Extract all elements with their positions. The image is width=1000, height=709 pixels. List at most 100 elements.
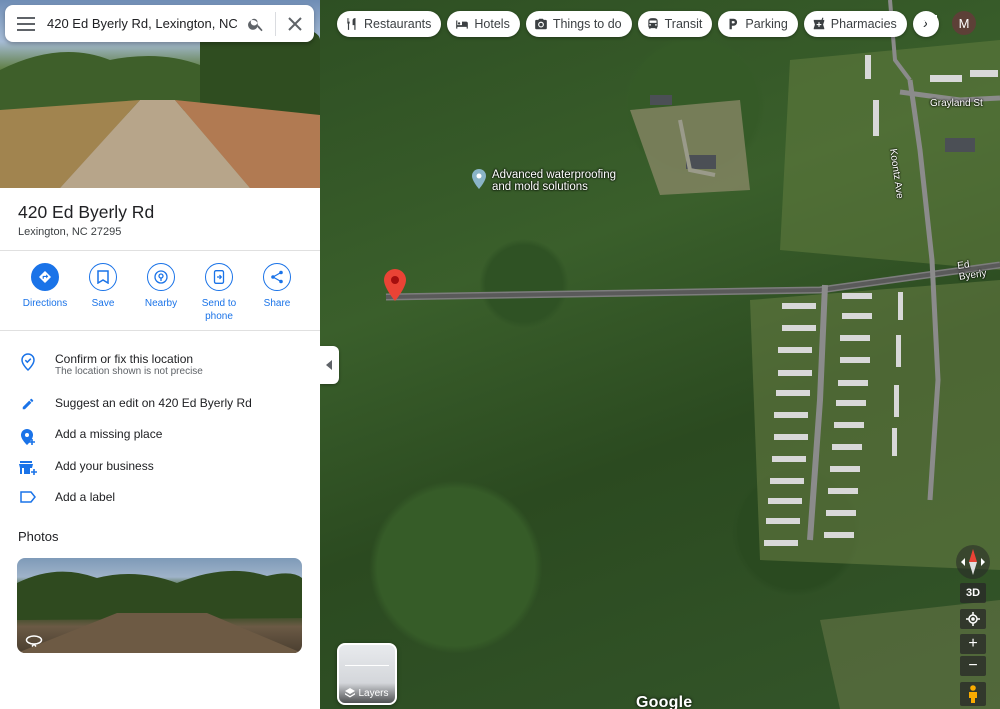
action-label: Share	[263, 298, 291, 309]
confirm-location-item[interactable]: Confirm or fix this location The locatio…	[0, 352, 320, 377]
pegman-icon	[969, 685, 977, 703]
nearby-button[interactable]: Nearby	[132, 263, 190, 323]
search-box	[5, 5, 314, 42]
chip-label: Hotels	[474, 17, 510, 31]
pharmacy-icon	[813, 17, 825, 30]
directions-button[interactable]: Directions	[16, 263, 74, 323]
close-icon	[288, 16, 302, 31]
add-label-text: Add a label	[55, 490, 116, 504]
place-side-panel: 420 Ed Byerly Rd Lexington, NC 27295 Dir…	[0, 0, 320, 709]
chip-label: Pharmacies	[830, 17, 897, 31]
location-pin-icon[interactable]	[384, 269, 406, 301]
suggest-edit-item[interactable]: Suggest an edit on 420 Ed Byerly Rd	[0, 396, 320, 411]
add-label-icon-wrap	[0, 490, 55, 503]
label-tag-icon	[19, 491, 36, 503]
directions-icon	[39, 271, 51, 283]
poi-marker[interactable]: Advanced waterproofing and mold solution…	[472, 169, 622, 193]
chip-pharmacies[interactable]: Pharmacies	[803, 11, 907, 37]
search-icon	[248, 18, 263, 31]
add-business-label: Add your business	[55, 459, 154, 473]
map-canvas[interactable]	[320, 0, 1000, 709]
add-business-icon	[18, 461, 37, 475]
add-missing-place-item[interactable]: Add a missing place	[0, 427, 320, 446]
send-to-phone-button[interactable]: Send to phone	[190, 263, 248, 323]
street-view-pegman[interactable]	[960, 682, 986, 706]
caret-left-icon	[325, 360, 332, 370]
clear-search-button[interactable]	[276, 5, 314, 42]
layers-label-row: Layers	[339, 683, 395, 703]
confirm-text: Confirm or fix this location The locatio…	[55, 352, 203, 377]
restaurant-icon	[347, 18, 356, 30]
verified-pin-icon	[20, 353, 35, 371]
chip-parking[interactable]: Parking	[718, 11, 798, 37]
bookmark-icon	[97, 270, 109, 284]
add-business-icon-wrap	[0, 459, 55, 476]
tilt-3d-button[interactable]: 3D	[960, 583, 986, 603]
poi-label: Advanced waterproofing and mold solution…	[492, 169, 617, 193]
place-title: 420 Ed Byerly Rd	[18, 202, 155, 222]
add-location-icon	[20, 429, 35, 445]
action-label: Send to phone	[201, 298, 237, 322]
google-logo: Google	[636, 694, 693, 709]
chip-things-to-do[interactable]: Things to do	[525, 11, 632, 37]
transit-icon	[647, 18, 658, 29]
photo-thumbnail[interactable]	[17, 558, 302, 653]
bed-icon	[456, 20, 469, 29]
save-button[interactable]: Save	[74, 263, 132, 323]
chip-label: Restaurants	[364, 17, 432, 31]
save-circle	[89, 263, 117, 291]
photo-scene	[17, 570, 302, 653]
hamburger-menu-icon	[17, 16, 35, 31]
apps-grid-icon[interactable]	[920, 14, 938, 32]
share-button[interactable]: Share	[248, 263, 306, 323]
360-view-icon	[25, 635, 43, 647]
layers-button[interactable]: Layers	[337, 643, 397, 705]
suggest-icon-wrap	[0, 396, 55, 411]
camera-icon	[535, 18, 547, 30]
chip-restaurants[interactable]: Restaurants	[337, 11, 442, 37]
place-address: Lexington, NC 27295	[18, 226, 122, 238]
pencil-icon	[22, 398, 33, 410]
share-icon	[271, 270, 283, 284]
confirm-sublabel: The location shown is not precise	[55, 366, 203, 377]
add-business-item[interactable]: Add your business	[0, 459, 320, 476]
send-to-phone-icon	[213, 270, 225, 284]
send-to-phone-circle	[205, 263, 233, 291]
directions-circle	[31, 263, 59, 291]
divider	[0, 330, 320, 331]
divider	[0, 250, 320, 251]
chip-hotels[interactable]: Hotels	[447, 11, 520, 37]
share-circle	[263, 263, 291, 291]
compass-button[interactable]	[956, 545, 990, 579]
place-actions: Directions Save Nearby Send to phone Sha…	[0, 263, 320, 323]
chip-label: Transit	[664, 17, 703, 31]
chip-label: Parking	[745, 17, 788, 31]
photos-heading: Photos	[18, 529, 59, 544]
layers-label: Layers	[358, 687, 389, 699]
action-label: Directions	[22, 298, 68, 309]
chip-label: Things to do	[552, 17, 622, 31]
search-input[interactable]	[47, 16, 237, 31]
add-label-item[interactable]: Add a label	[0, 490, 320, 504]
confirm-label: Confirm or fix this location	[55, 352, 194, 366]
search-button[interactable]	[237, 5, 275, 42]
road-label-grayland: Grayland St	[930, 98, 983, 109]
parking-icon	[729, 18, 738, 30]
compass-icon	[961, 549, 985, 575]
layers-icon	[345, 688, 356, 698]
nearby-circle	[147, 263, 175, 291]
action-label: Nearby	[144, 298, 178, 309]
zoom-in-button[interactable]: +	[960, 634, 986, 654]
add-place-label: Add a missing place	[55, 427, 163, 441]
add-place-icon-wrap	[0, 427, 55, 446]
suggest-edit-label: Suggest an edit on 420 Ed Byerly Rd	[55, 396, 252, 410]
nearby-icon	[154, 270, 168, 284]
poi-pin-icon	[472, 169, 486, 189]
collapse-panel-button[interactable]	[320, 346, 339, 384]
chip-transit[interactable]: Transit	[637, 11, 713, 37]
my-location-button[interactable]	[960, 609, 986, 629]
zoom-out-button[interactable]: −	[960, 656, 986, 676]
user-avatar[interactable]: M	[952, 11, 976, 35]
category-chips: Restaurants Hotels Things to do Transit …	[337, 11, 939, 37]
menu-button[interactable]	[5, 5, 47, 42]
